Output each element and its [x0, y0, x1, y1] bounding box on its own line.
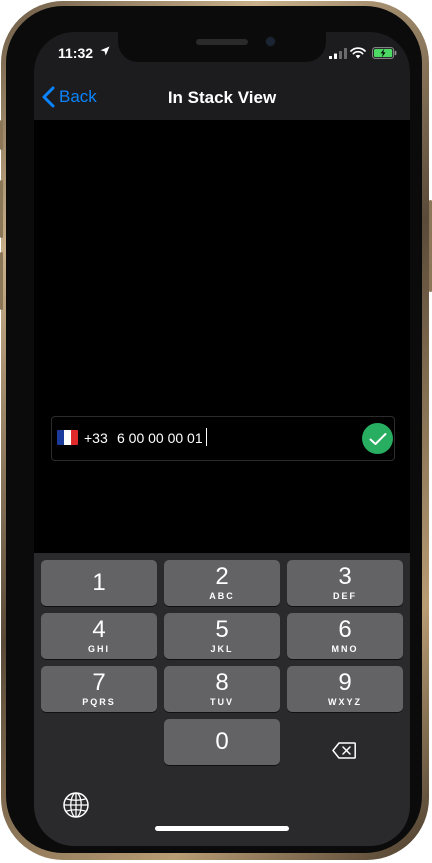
- flag-stripe-white: [64, 430, 71, 445]
- key-digit: 9: [338, 669, 352, 696]
- home-indicator[interactable]: [155, 826, 289, 831]
- key-0[interactable]: 0: [164, 719, 280, 765]
- volume-up-button: [0, 180, 3, 238]
- key-digit: 2: [215, 563, 229, 590]
- speaker-grille: [196, 39, 248, 45]
- key-2[interactable]: 2 ABC: [164, 560, 280, 606]
- phone-number-input[interactable]: [117, 428, 347, 448]
- volume-down-button: [0, 252, 3, 310]
- key-letters: GHI: [87, 644, 110, 654]
- flag-stripe-red: [71, 430, 78, 445]
- key-letters: DEF: [333, 591, 357, 601]
- text-cursor: [206, 428, 207, 446]
- globe-icon: [63, 792, 89, 818]
- navigation-bar: Back In Stack View: [34, 76, 410, 120]
- phone-number-field: +33: [51, 416, 395, 461]
- key-digit: 3: [338, 563, 352, 590]
- phone-bezel: 11:32 Back In Stack View +33 6 00 00 00 …: [6, 6, 422, 853]
- valid-number-checkmark: [362, 423, 393, 454]
- dial-code[interactable]: +33: [84, 430, 108, 446]
- key-letters: MNO: [331, 644, 359, 654]
- key-9[interactable]: 9 WXYZ: [287, 666, 403, 712]
- key-letters: JKL: [210, 644, 234, 654]
- key-digit: 8: [215, 669, 229, 696]
- status-time: 11:32: [58, 45, 94, 61]
- key-letters: ABC: [209, 591, 235, 601]
- wifi-icon: [350, 47, 366, 59]
- mute-switch: [0, 120, 3, 150]
- delete-key[interactable]: [326, 737, 362, 763]
- page-title: In Stack View: [167, 88, 277, 107]
- screen: 11:32 Back In Stack View +33 6 00 00 00 …: [34, 32, 410, 846]
- key-digit: 0: [215, 728, 229, 755]
- key-letters: WXYZ: [328, 697, 362, 707]
- delete-backspace-icon: [332, 741, 356, 759]
- flag-stripe-blue: [57, 430, 64, 445]
- key-digit: 7: [92, 669, 106, 696]
- cellular-signal-icon: [329, 48, 347, 59]
- key-digit: 6: [338, 616, 352, 643]
- france-flag-icon[interactable]: [57, 430, 78, 445]
- key-6[interactable]: 6 MNO: [287, 613, 403, 659]
- key-digit: 1: [92, 569, 106, 596]
- key-digit: 5: [215, 616, 229, 643]
- key-digit: 4: [92, 616, 106, 643]
- key-3[interactable]: 3 DEF: [287, 560, 403, 606]
- key-letters: TUV: [210, 697, 234, 707]
- key-8[interactable]: 8 TUV: [164, 666, 280, 712]
- key-7[interactable]: 7 PQRS: [41, 666, 157, 712]
- key-4[interactable]: 4 GHI: [41, 613, 157, 659]
- key-1[interactable]: 1: [41, 560, 157, 606]
- battery-charging-icon: [372, 47, 397, 59]
- numeric-keypad: 1 2 ABC 3 DEF 4 GHI 5 JKL 6 MNO 7 PQRS 8…: [34, 553, 410, 846]
- key-5[interactable]: 5 JKL: [164, 613, 280, 659]
- location-arrow-icon: [100, 46, 110, 56]
- checkmark-icon: [369, 432, 386, 445]
- key-letters: PQRS: [82, 697, 116, 707]
- front-camera: [266, 37, 275, 46]
- notch: [118, 32, 326, 62]
- globe-key[interactable]: [60, 789, 92, 821]
